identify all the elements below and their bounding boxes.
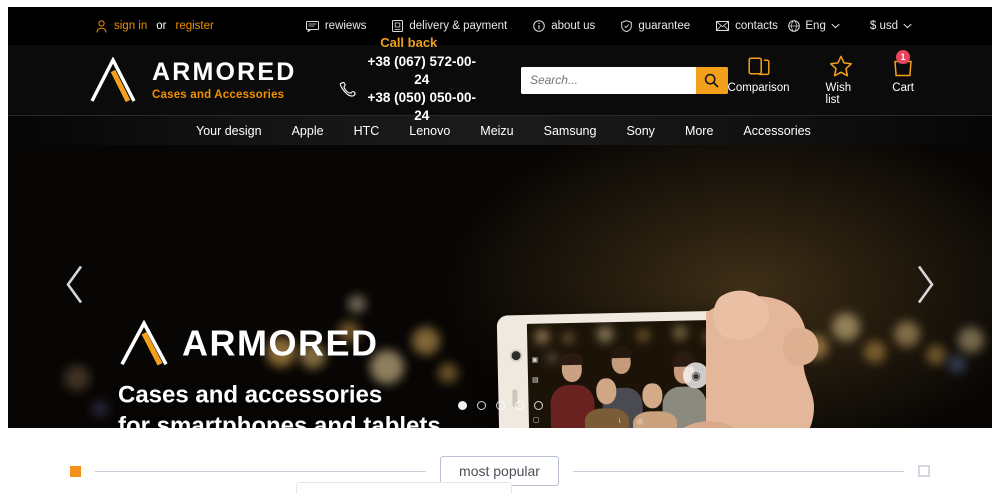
phone-icon — [339, 81, 356, 98]
nav-item-more[interactable]: More — [685, 124, 713, 138]
product-card-peek[interactable] — [296, 482, 512, 494]
search-icon — [704, 73, 719, 88]
box-icon — [392, 20, 404, 32]
carousel-next-button[interactable] — [914, 263, 936, 310]
user-icon — [96, 19, 107, 33]
hero-text-block: ARMORED Cases and accessories for smartp… — [118, 320, 441, 428]
callback-phone-2[interactable]: +38 (050) 050-00-24 — [365, 89, 479, 125]
hero-brand-name: ARMORED — [182, 322, 379, 364]
nav-item-samsung[interactable]: Samsung — [544, 124, 597, 138]
top-utility-bar: sign in or register rewiews delivery & p… — [8, 7, 992, 45]
topbar-link-label: guarantee — [638, 20, 691, 32]
nav-item-apple[interactable]: Apple — [292, 124, 324, 138]
orange-square-marker-icon — [70, 465, 81, 477]
topbar-link-about-us[interactable]: about us — [533, 20, 595, 32]
top-links-group: rewiews delivery & payment about us guar… — [305, 20, 778, 32]
hero-headline-line-2: for smartphones and tablets — [118, 412, 441, 428]
nav-item-sony[interactable]: Sony — [626, 124, 655, 138]
search-bar[interactable] — [520, 66, 728, 94]
armored-logo-icon — [88, 57, 140, 103]
hero-logo-icon — [118, 320, 172, 366]
site-logo[interactable]: ARMORED Cases and Accessories — [88, 57, 297, 103]
compare-icon — [747, 55, 770, 77]
callback-title[interactable]: Call back — [339, 35, 479, 50]
wishlist-button[interactable]: Wish list — [826, 55, 857, 106]
currency-selector[interactable]: $ usd — [870, 20, 912, 32]
site-header: ARMORED Cases and Accessories Call back … — [8, 35, 992, 123]
outlined-square-marker-icon — [918, 465, 930, 477]
language-label: Eng — [805, 20, 826, 32]
chevron-down-icon — [831, 23, 840, 29]
phone-flash-icon: ▢ — [532, 416, 540, 424]
carousel-dots — [8, 401, 992, 410]
envelope-icon — [716, 21, 730, 31]
callback-block: Call back +38 (067) 572-00-24 +38 (050) … — [339, 35, 479, 126]
carousel-dot-1[interactable] — [457, 401, 467, 410]
signin-separator: or — [156, 20, 167, 32]
nav-item-your-design[interactable]: Your design — [196, 124, 262, 138]
carousel-dot-4[interactable] — [514, 401, 524, 410]
sign-in-link[interactable]: sign in — [114, 20, 147, 32]
logo-tagline: Cases and Accessories — [152, 88, 285, 101]
locale-group: Eng $ usd — [788, 20, 912, 32]
nav-item-lenovo[interactable]: Lenovo — [409, 124, 450, 138]
wishlist-label: Wish list — [825, 81, 852, 106]
chevron-left-icon — [64, 263, 86, 305]
star-icon — [829, 55, 853, 77]
sign-in-register-group[interactable]: sign in or register — [96, 19, 214, 33]
topbar-link-label: rewiews — [324, 20, 367, 32]
carousel-prev-button[interactable] — [64, 263, 86, 310]
info-icon — [533, 20, 545, 32]
phone-gallery-icon: ▣ — [531, 356, 539, 364]
header-actions: Comparison Wish list 1 Cart — [728, 49, 914, 106]
comparison-button[interactable]: Comparison — [728, 55, 790, 106]
nav-item-meizu[interactable]: Meizu — [480, 124, 513, 138]
search-button[interactable] — [695, 66, 728, 94]
topbar-link-guarantee[interactable]: guarantee — [621, 20, 690, 32]
register-link[interactable]: register — [175, 20, 213, 32]
divider-line-left — [95, 470, 427, 472]
topbar-link-label: delivery & payment — [409, 20, 508, 32]
chevron-down-icon — [903, 23, 912, 29]
shield-icon — [621, 20, 633, 32]
phone-settings-icon: ▤ — [531, 376, 539, 384]
topbar-link-label: about us — [551, 20, 596, 32]
hero-carousel: ▣ ▤ ▢ i ◎ ◉ ARMORED Cases and accessorie… — [8, 145, 992, 428]
chevron-right-icon — [914, 263, 936, 305]
logo-text: ARMORED Cases and Accessories — [152, 57, 297, 101]
logo-name: ARMORED — [152, 57, 297, 86]
page-frame: sign in or register rewiews delivery & p… — [8, 7, 992, 494]
comment-icon — [305, 20, 319, 32]
nav-item-htc[interactable]: HTC — [354, 124, 380, 138]
carousel-dot-5[interactable] — [533, 401, 543, 410]
phone-info-icon: i — [618, 418, 621, 426]
search-input[interactable] — [520, 66, 696, 94]
comparison-label: Comparison — [727, 81, 790, 94]
topbar-link-rewiews[interactable]: rewiews — [305, 20, 367, 32]
callback-phone-1[interactable]: +38 (067) 572-00-24 — [365, 53, 479, 89]
topbar-link-contacts[interactable]: contacts — [716, 20, 778, 32]
section-header-most-popular: most popular — [8, 428, 992, 486]
cart-button[interactable]: 1 Cart — [892, 49, 914, 106]
topbar-link-label: contacts — [735, 20, 778, 32]
phone-camera-lens — [509, 349, 523, 363]
phone-mode-icon: ◎ — [636, 418, 644, 426]
cart-badge: 1 — [896, 49, 910, 64]
main-content: most popular — [8, 428, 992, 494]
main-navigation: Your design Apple HTC Lenovo Meizu Samsu… — [8, 115, 992, 145]
divider-line-right — [572, 470, 904, 472]
nav-item-accessories[interactable]: Accessories — [743, 124, 810, 138]
globe-icon — [788, 20, 801, 32]
carousel-dot-2[interactable] — [476, 401, 486, 410]
topbar-link-delivery-payment[interactable]: delivery & payment — [392, 20, 507, 32]
currency-label: $ usd — [869, 20, 898, 32]
cart-label: Cart — [892, 81, 914, 94]
carousel-dot-3[interactable] — [495, 401, 505, 410]
language-selector[interactable]: Eng — [788, 20, 840, 32]
